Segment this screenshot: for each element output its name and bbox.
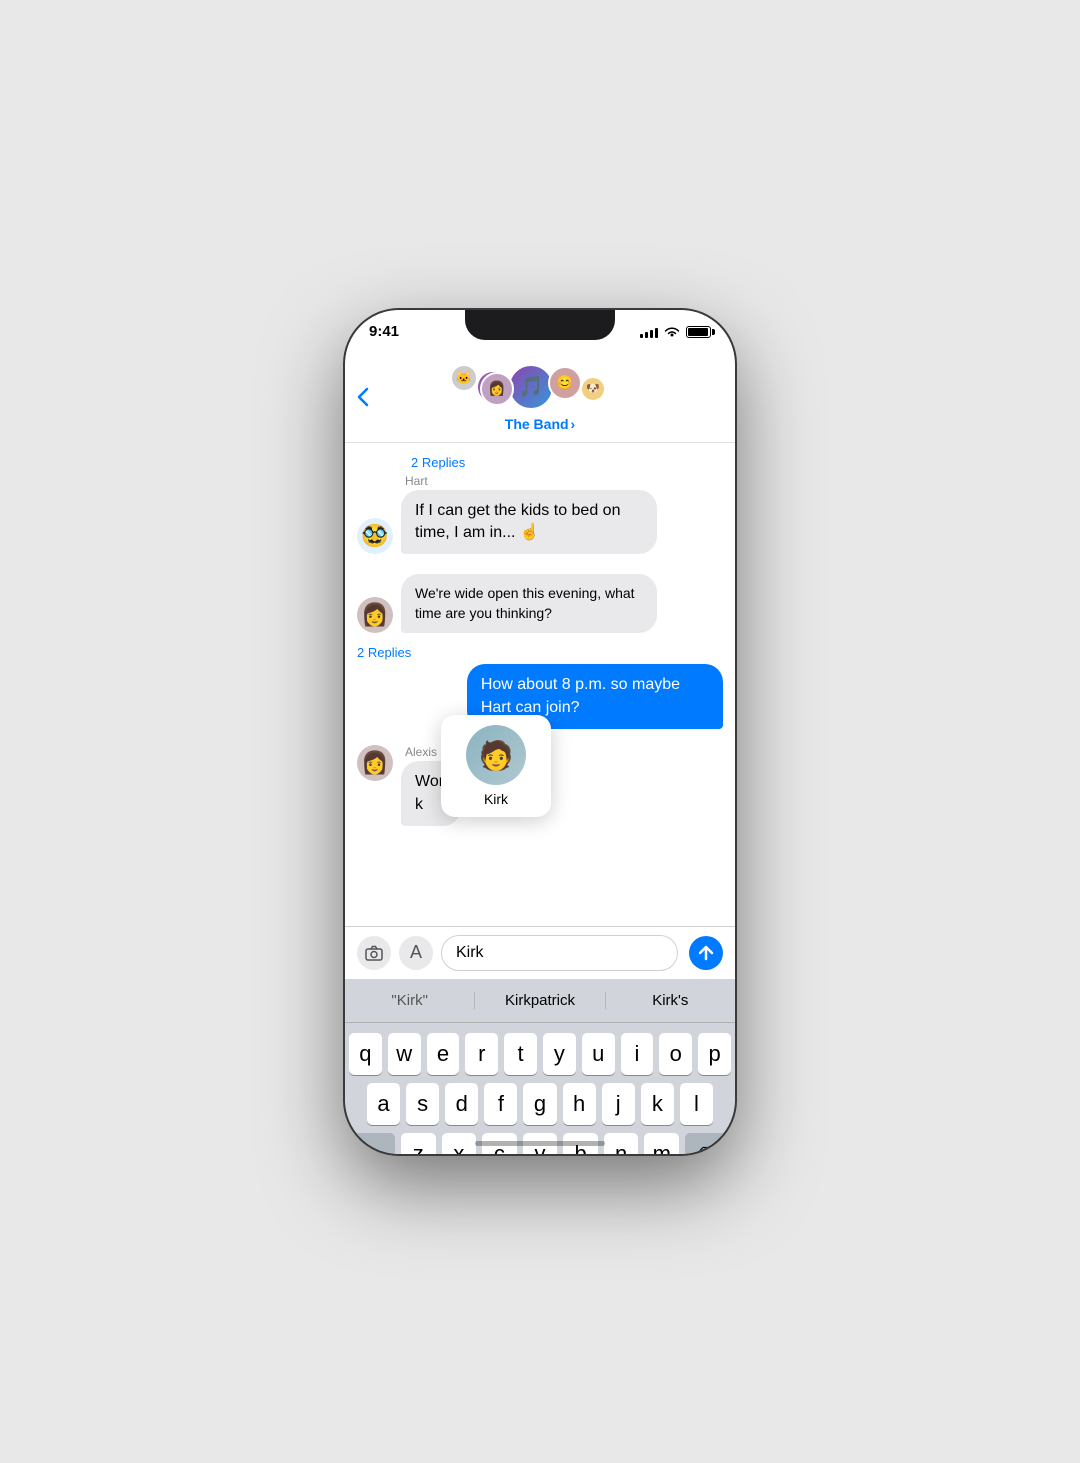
camera-button[interactable]: [357, 936, 391, 970]
message-input[interactable]: [441, 935, 678, 971]
home-indicator: [475, 1141, 605, 1146]
keyboard: q w e r t y u i o p a s d f g: [345, 1023, 735, 1154]
key-i[interactable]: i: [621, 1033, 654, 1075]
key-o[interactable]: o: [659, 1033, 692, 1075]
avatar: 🥸: [357, 518, 393, 554]
msg-content: We're wide open this evening, what time …: [401, 574, 657, 633]
input-bar: A: [345, 926, 735, 979]
key-m[interactable]: m: [644, 1133, 679, 1154]
key-p[interactable]: p: [698, 1033, 731, 1075]
table-row: 🥸 Hart If I can get the kids to bed on t…: [357, 474, 723, 555]
key-x[interactable]: x: [442, 1133, 477, 1154]
table-row: 👩 We're wide open this evening, what tim…: [357, 574, 723, 633]
signal-icon: [640, 326, 658, 338]
appstore-button[interactable]: A: [399, 936, 433, 970]
message-bubble: If I can get the kids to bed on time, I …: [401, 490, 657, 555]
notch: [465, 310, 615, 340]
phone-frame: 9:41: [345, 310, 735, 1154]
autocomplete-item-2[interactable]: Kirkpatrick: [475, 992, 605, 1009]
messages-area[interactable]: 2 Replies 🥸 Hart If I can get the kids t…: [345, 443, 735, 926]
key-s[interactable]: s: [406, 1083, 439, 1125]
mention-popup[interactable]: 🧑 Kirk: [441, 715, 551, 817]
key-j[interactable]: j: [602, 1083, 635, 1125]
autocomplete-item-3[interactable]: Kirk's: [606, 992, 735, 1009]
battery-icon: [686, 326, 711, 338]
screen-content: 2 Replies 🥸 Hart If I can get the kids t…: [345, 443, 735, 1154]
key-h[interactable]: h: [563, 1083, 596, 1125]
backspace-key[interactable]: ⌫: [685, 1133, 731, 1154]
group-info[interactable]: 🐱 🎸 🎵 😊 🐶 👩 The Band: [440, 362, 640, 432]
key-r[interactable]: r: [465, 1033, 498, 1075]
key-u[interactable]: u: [582, 1033, 615, 1075]
keyboard-row-1: q w e r t y u i o p: [349, 1033, 731, 1075]
shift-key[interactable]: ⇧: [349, 1133, 395, 1154]
avatar: 👩: [357, 597, 393, 633]
key-e[interactable]: e: [427, 1033, 460, 1075]
key-y[interactable]: y: [543, 1033, 576, 1075]
key-d[interactable]: d: [445, 1083, 478, 1125]
keyboard-row-2: a s d f g h j k l: [349, 1083, 731, 1125]
key-a[interactable]: a: [367, 1083, 400, 1125]
back-button[interactable]: [357, 387, 369, 407]
phone-screen: 9:41: [345, 310, 735, 1154]
replies-link-1[interactable]: 2 Replies: [411, 455, 723, 470]
key-z[interactable]: z: [401, 1133, 436, 1154]
avatar: 👩: [357, 745, 393, 781]
sender-name: Hart: [405, 474, 657, 488]
key-q[interactable]: q: [349, 1033, 382, 1075]
nav-header: 🐱 🎸 🎵 😊 🐶 👩 The Band: [345, 354, 735, 443]
mention-name: Kirk: [484, 791, 508, 807]
send-button[interactable]: [689, 936, 723, 970]
message-bubble: We're wide open this evening, what time …: [401, 574, 657, 633]
status-time: 9:41: [369, 323, 399, 340]
key-w[interactable]: w: [388, 1033, 421, 1075]
autocomplete-bar: "Kirk" Kirkpatrick Kirk's: [345, 979, 735, 1023]
key-n[interactable]: n: [604, 1133, 639, 1154]
key-t[interactable]: t: [504, 1033, 537, 1075]
group-name[interactable]: The Band ›: [505, 416, 575, 432]
key-g[interactable]: g: [523, 1083, 556, 1125]
autocomplete-item-1[interactable]: "Kirk": [345, 992, 475, 1009]
status-icons: [640, 326, 711, 338]
mention-avatar: 🧑: [466, 725, 526, 785]
key-k[interactable]: k: [641, 1083, 674, 1125]
key-f[interactable]: f: [484, 1083, 517, 1125]
group-avatars: 🐱 🎸 🎵 😊 🐶 👩: [440, 362, 640, 412]
key-l[interactable]: l: [680, 1083, 713, 1125]
wifi-icon: [664, 326, 680, 338]
msg-content: Hart If I can get the kids to bed on tim…: [401, 474, 657, 555]
replies-link-2[interactable]: 2 Replies: [357, 645, 723, 660]
